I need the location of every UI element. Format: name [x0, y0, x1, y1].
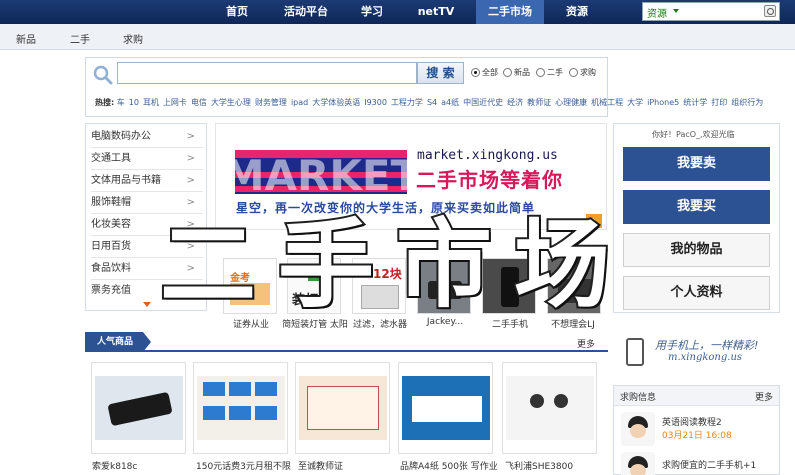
banner-slogan: 二手市场等着你: [416, 168, 563, 192]
avatar[interactable]: [621, 452, 655, 475]
sell-button[interactable]: 我要卖: [623, 147, 770, 181]
radio-new[interactable]: [503, 68, 512, 77]
hot-keyword[interactable]: 统计学: [683, 98, 707, 107]
category-label: 化妆美容: [91, 219, 131, 230]
hot-keyword[interactable]: 电信: [191, 98, 207, 107]
radio-wanted-label: 求购: [580, 68, 596, 77]
wanted-item-date: 03月21日 16:08: [662, 431, 732, 441]
certificate-icon: [299, 376, 387, 440]
wanted-title: 求购信息: [620, 393, 657, 403]
nav-market[interactable]: 二手市场: [476, 0, 544, 24]
hot-keyword[interactable]: 财务管理: [255, 98, 287, 107]
hot-keyword[interactable]: I9300: [364, 98, 387, 107]
category-label: 电脑数码办公: [91, 131, 151, 142]
hot-keyword[interactable]: 车: [117, 98, 125, 107]
hot-label: 热搜:: [95, 98, 115, 107]
hot-keyword[interactable]: 心理健康: [555, 98, 587, 107]
hot-keyword[interactable]: 大学: [627, 98, 643, 107]
category-item[interactable]: 文体用品与书籍 >: [91, 170, 203, 192]
mobile-phone-icon: [626, 338, 644, 366]
radio-all-label: 全部: [482, 68, 498, 77]
earphone-icon: [506, 376, 594, 440]
category-label: 票务充值: [91, 285, 131, 296]
category-label: 服饰鞋帽: [91, 197, 131, 208]
hot-keyword[interactable]: 工程力学: [391, 98, 423, 107]
phone-icon: [95, 376, 183, 440]
paper-icon: [402, 376, 490, 440]
chevron-right-icon: >: [186, 131, 195, 142]
hot-keyword[interactable]: 机械工程: [591, 98, 623, 107]
hot-keyword[interactable]: 10: [129, 98, 139, 107]
nav-study[interactable]: 学习: [348, 0, 396, 24]
wanted-item-title[interactable]: 英语阅读教程2: [662, 415, 722, 428]
nav-resources[interactable]: 资源: [553, 0, 601, 24]
popular-item-label[interactable]: 至诚教师证: [298, 459, 398, 472]
category-item[interactable]: 电脑数码办公 >: [91, 126, 203, 148]
subnav-wanted[interactable]: 求购: [123, 31, 143, 46]
hot-keyword[interactable]: ipad: [291, 98, 308, 107]
overlay-title: 二手市场: [158, 205, 680, 325]
radio-wanted[interactable]: [569, 68, 578, 77]
popular-title: 人气商品: [85, 332, 143, 352]
chevron-down-icon[interactable]: [143, 302, 151, 307]
hot-keyword[interactable]: 大学体验英语: [312, 98, 360, 107]
popular-title-tip: [143, 332, 151, 352]
hot-keyword-list: 车 10 耳机 上网卡 电信 大学生心理 财务管理 ipad 大学体验英语 I9300 工程力学 S4…: [117, 98, 767, 107]
popular-item-label[interactable]: 飞利浦SHE3800: [505, 459, 605, 472]
wanted-more-link[interactable]: 更多: [755, 390, 773, 403]
radio-all[interactable]: [471, 68, 480, 77]
search-button[interactable]: 搜 索: [417, 62, 464, 84]
simcard-icon: [197, 376, 285, 440]
hot-keyword[interactable]: 上网卡: [163, 98, 187, 107]
nav-activity[interactable]: 活动平台: [275, 0, 337, 24]
search-icon: [93, 65, 113, 85]
chevron-down-icon: [673, 9, 679, 13]
sub-nav: 新品 二手 求购: [0, 24, 795, 50]
hot-keyword[interactable]: 教师证: [527, 98, 551, 107]
category-label: 日用百货: [91, 241, 131, 252]
popular-item-label[interactable]: 索爱k818c: [92, 459, 192, 472]
category-label: 食品饮料: [91, 263, 131, 274]
nav-nettv[interactable]: netTV: [408, 0, 464, 24]
hot-keyword[interactable]: 耳机: [143, 98, 159, 107]
popular-item-label[interactable]: 品牌A4纸 500张 写作业: [400, 459, 500, 472]
overlay-title-text: 二手市场: [158, 206, 632, 323]
nav-home[interactable]: 首页: [211, 0, 263, 24]
popular-more-link[interactable]: 更多: [577, 337, 595, 350]
wanted-item-title[interactable]: 求购便宜的二手手机+1: [662, 458, 756, 471]
chevron-right-icon: >: [186, 153, 195, 164]
chevron-right-icon: >: [186, 175, 195, 186]
hot-keyword[interactable]: 大学生心理: [211, 98, 251, 107]
site-search-select[interactable]: 资源: [642, 2, 780, 21]
hot-keyword[interactable]: 中国近代史: [463, 98, 503, 107]
hot-keyword[interactable]: a4纸: [441, 98, 459, 107]
banner-url: market.xingkong.us: [417, 148, 558, 163]
popular-header: [85, 332, 608, 352]
mobile-slogan: 用手机上，一样精彩!: [655, 339, 759, 352]
site-select-value: 资源: [647, 9, 667, 20]
radio-new-label: 新品: [514, 68, 530, 77]
radio-used[interactable]: [536, 68, 545, 77]
category-label: 文体用品与书籍: [91, 175, 161, 186]
hot-keywords: 热搜: 车 10 耳机 上网卡 电信 大学生心理 财务管理 ipad 大学体验英语 I9300 工程…: [95, 97, 795, 109]
category-item[interactable]: 交通工具 >: [91, 148, 203, 170]
hot-keyword[interactable]: 经济: [507, 98, 523, 107]
market-logo: MARKET: [235, 150, 407, 198]
hot-keyword[interactable]: S4: [427, 98, 437, 107]
hot-keyword[interactable]: 组织行为: [731, 98, 763, 107]
avatar[interactable]: [621, 412, 655, 446]
search-icon[interactable]: [764, 5, 776, 17]
search-input[interactable]: [117, 62, 417, 84]
subnav-used[interactable]: 二手: [70, 31, 90, 46]
category-label: 交通工具: [91, 153, 131, 164]
popular-item-label[interactable]: 150元话费3元月租不限: [196, 459, 296, 472]
welcome-text: 你好！PacO_,欢迎光临: [652, 130, 735, 139]
top-nav: 首页 活动平台 学习 netTV 二手市场 资源 资源: [0, 0, 795, 24]
mobile-url[interactable]: m.xingkong.us: [668, 352, 742, 363]
hot-keyword[interactable]: iPhone5: [647, 98, 679, 107]
subnav-new[interactable]: 新品: [16, 31, 36, 46]
hot-keyword[interactable]: 打印: [711, 98, 727, 107]
radio-used-label: 二手: [547, 68, 563, 77]
logo-text: MARKET: [235, 151, 407, 198]
